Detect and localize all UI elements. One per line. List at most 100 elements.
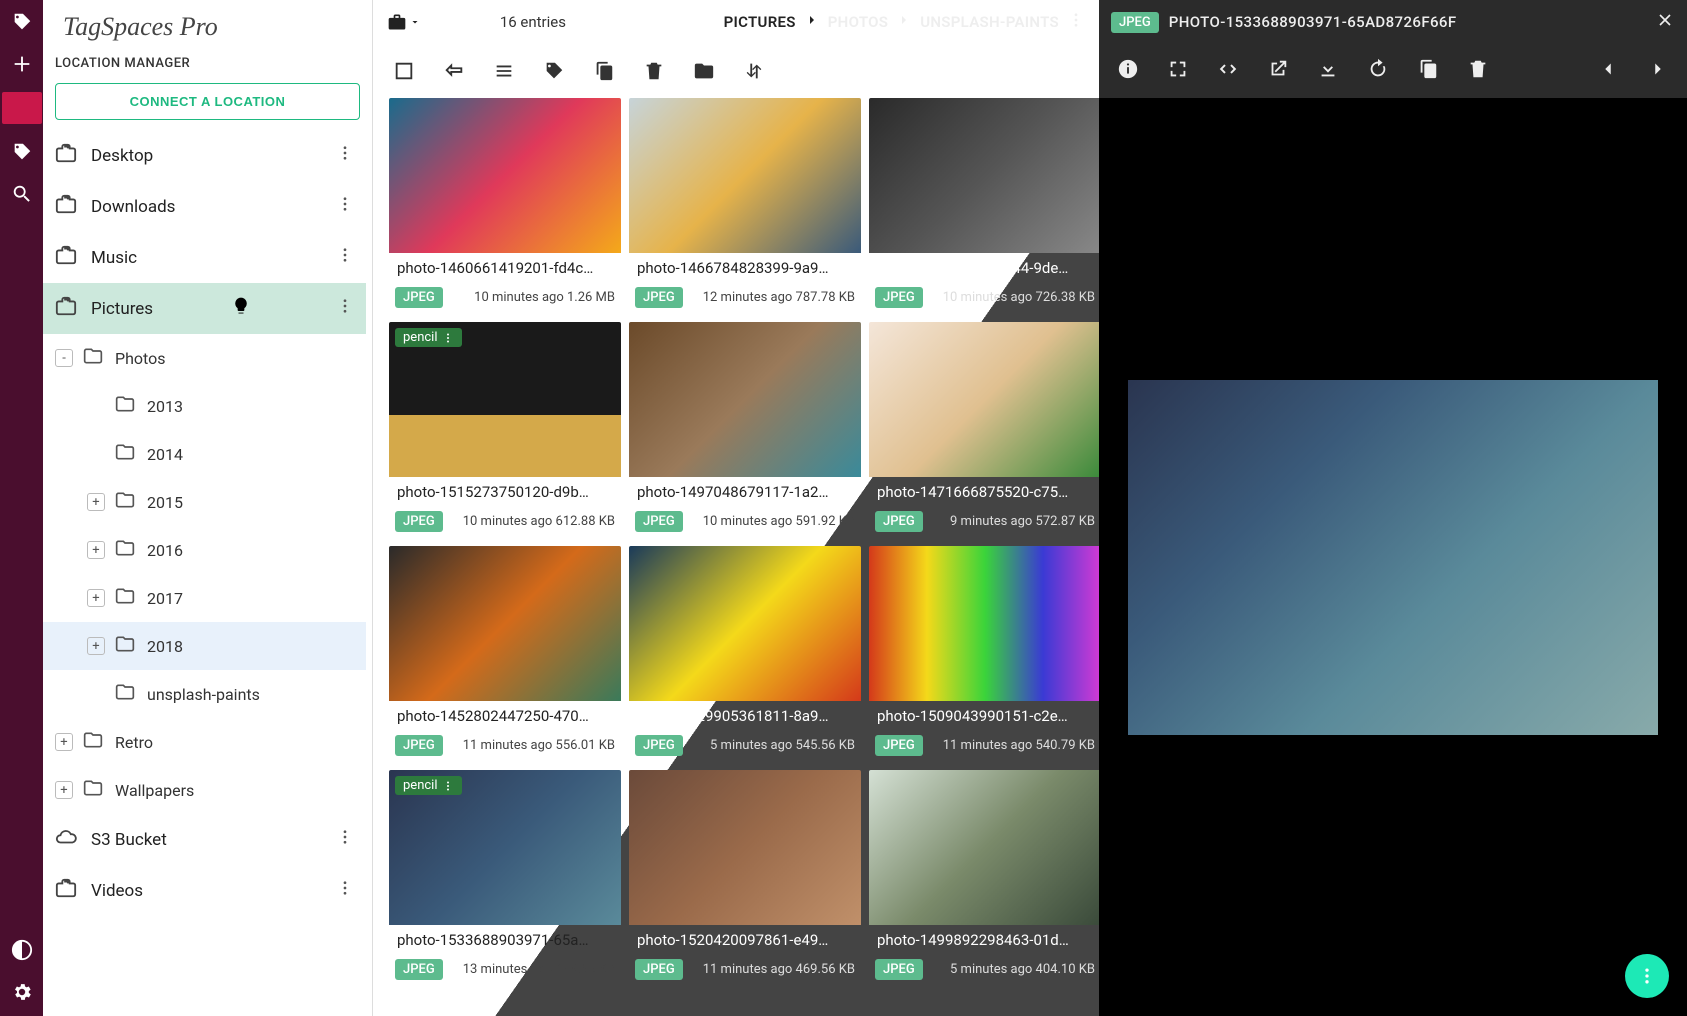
file-tag[interactable]: pencil — [395, 328, 462, 347]
more-icon[interactable] — [336, 297, 354, 320]
highlighter-icon[interactable] — [231, 296, 251, 321]
file-tag[interactable]: pencil — [395, 776, 462, 795]
settings-icon[interactable] — [8, 978, 36, 1006]
add-icon[interactable] — [8, 50, 36, 78]
file-name: photo-1505076412744-9de… — [869, 253, 1099, 283]
delete-preview-icon[interactable] — [1467, 58, 1489, 84]
file-card[interactable]: photo-1499892298463-01d…JPEG5 minutes ag… — [869, 770, 1099, 986]
breadcrumb-unsplash-paints[interactable]: UNSPLASH-PAINTS — [920, 13, 1059, 31]
preview-badge: JPEG — [1111, 12, 1159, 33]
delete-icon[interactable] — [643, 60, 665, 82]
folder-retro[interactable]: +Retro — [43, 718, 366, 766]
toggle-icon[interactable]: + — [87, 541, 105, 559]
file-time-size: 10 minutes ago 612.88 KB — [463, 514, 615, 529]
thumbnail — [389, 98, 621, 253]
reload-icon[interactable] — [1367, 58, 1389, 84]
search-icon[interactable] — [8, 180, 36, 208]
thumbnail: pencil — [389, 322, 621, 477]
toggle-icon[interactable]: + — [87, 589, 105, 607]
file-card[interactable]: photo-1520420097861-e49…JPEG11 minutes a… — [629, 770, 861, 986]
toggle-icon[interactable]: - — [55, 349, 73, 367]
toggle-icon[interactable]: + — [87, 493, 105, 511]
select-all-icon[interactable] — [393, 60, 415, 82]
file-card[interactable]: photo-1452802447250-470…JPEG11 minutes a… — [389, 546, 621, 762]
file-time-size: 10 minutes ago 1.26 MB — [474, 290, 615, 305]
folder-2016[interactable]: +2016 — [43, 526, 366, 574]
location-tree: DesktopDownloadsMusic Pictures -Photos 2013… — [43, 130, 372, 1016]
open-external-icon[interactable] — [1267, 58, 1289, 84]
folder-label: 2017 — [147, 589, 183, 608]
file-card[interactable]: photo-1497048679117-1a2…JPEG10 minutes a… — [629, 322, 861, 538]
file-card[interactable]: pencil photo-1515273750120-d9b…JPEG10 mi… — [389, 322, 621, 538]
file-name: photo-1509043990151-c2e… — [869, 701, 1099, 731]
list-view-icon[interactable] — [493, 60, 515, 82]
more-icon[interactable] — [336, 879, 354, 902]
location-downloads[interactable]: Downloads — [43, 181, 366, 232]
sort-icon[interactable] — [743, 60, 765, 82]
theme-icon[interactable] — [8, 936, 36, 964]
locations-icon[interactable] — [2, 92, 42, 124]
entries-count: 16 entries — [500, 13, 566, 31]
location-dropdown-icon[interactable] — [387, 12, 421, 32]
file-time-size: 9 minutes ago 572.87 KB — [950, 514, 1095, 529]
download-icon[interactable] — [1317, 58, 1339, 84]
folder-2014[interactable]: 2014 — [43, 430, 366, 478]
folder-photos[interactable]: -Photos — [43, 334, 366, 382]
fab-more-icon[interactable] — [1625, 954, 1669, 998]
location-label: Videos — [91, 881, 143, 901]
folder-2017[interactable]: +2017 — [43, 574, 366, 622]
file-name: photo-1529905361811-8a9… — [629, 701, 861, 731]
folder-2018[interactable]: +2018 — [43, 622, 366, 670]
prev-icon[interactable] — [1597, 58, 1619, 84]
toggle-icon[interactable]: + — [87, 637, 105, 655]
file-card[interactable]: photo-1509043990151-c2e…JPEG11 minutes a… — [869, 546, 1099, 762]
toggle-icon[interactable]: + — [55, 781, 73, 799]
location-music[interactable]: Music — [43, 232, 366, 283]
location-desktop[interactable]: Desktop — [43, 130, 366, 181]
location-label: Pictures — [91, 299, 153, 319]
file-card[interactable]: photo-1460661419201-fd4c…JPEG10 minutes … — [389, 98, 621, 314]
breadcrumbs: PICTURES PHOTOS UNSPLASH-PAINTS — [724, 11, 1085, 33]
folder-label: 2013 — [147, 397, 183, 416]
file-card[interactable]: photo-1466784828399-9a9…JPEG12 minutes a… — [629, 98, 861, 314]
thumbnail: pencil — [389, 770, 621, 925]
file-card[interactable]: photo-1471666875520-c75…JPEG9 minutes ag… — [869, 322, 1099, 538]
copy-icon[interactable] — [593, 60, 615, 82]
fullscreen-icon[interactable] — [1167, 58, 1189, 84]
more-icon[interactable] — [336, 144, 354, 167]
folder-2015[interactable]: +2015 — [43, 478, 366, 526]
breadcrumb-photos[interactable]: PHOTOS — [828, 13, 888, 31]
folder-wallpapers[interactable]: +Wallpapers — [43, 766, 366, 814]
copy-preview-icon[interactable] — [1417, 58, 1439, 84]
code-icon[interactable] — [1217, 58, 1239, 84]
location-s3-bucket[interactable]: S3 Bucket — [43, 814, 366, 865]
breadcrumb-pictures[interactable]: PICTURES — [724, 13, 796, 31]
close-icon[interactable] — [1655, 10, 1675, 35]
file-card[interactable]: pencil photo-1533688903971-65a…JPEG13 mi… — [389, 770, 621, 986]
next-icon[interactable] — [1647, 58, 1669, 84]
location-pictures[interactable]: Pictures — [43, 283, 366, 334]
back-icon[interactable] — [443, 60, 465, 82]
thumbnail — [869, 322, 1099, 477]
file-card[interactable]: photo-1529905361811-8a9…JPEG5 minutes ag… — [629, 546, 861, 762]
file-meta: JPEG11 minutes ago 469.56 KB — [629, 955, 861, 986]
folder-2013[interactable]: 2013 — [43, 382, 366, 430]
breadcrumb-more-icon[interactable] — [1067, 11, 1085, 33]
location-videos[interactable]: Videos — [43, 865, 366, 916]
new-folder-icon[interactable] — [693, 60, 715, 82]
file-meta: JPEG11 minutes ago 556.01 KB — [389, 731, 621, 762]
thumbnail — [869, 770, 1099, 925]
file-card[interactable]: photo-1505076412744-9de…JPEG10 minutes a… — [869, 98, 1099, 314]
file-meta: JPEG10 minutes ago 1.26 MB — [389, 283, 621, 314]
info-icon[interactable] — [1117, 58, 1139, 84]
more-icon[interactable] — [336, 828, 354, 851]
file-name: photo-1497048679117-1a2… — [629, 477, 861, 507]
more-icon[interactable] — [336, 246, 354, 269]
tags-icon[interactable] — [8, 138, 36, 166]
connect-location-button[interactable]: CONNECT A LOCATION — [55, 83, 360, 120]
more-icon[interactable] — [336, 195, 354, 218]
toggle-icon[interactable]: + — [55, 733, 73, 751]
folder-unsplash-paints[interactable]: unsplash-paints — [43, 670, 366, 718]
tag-logo-icon[interactable] — [8, 8, 36, 36]
tag-icon[interactable] — [543, 60, 565, 82]
